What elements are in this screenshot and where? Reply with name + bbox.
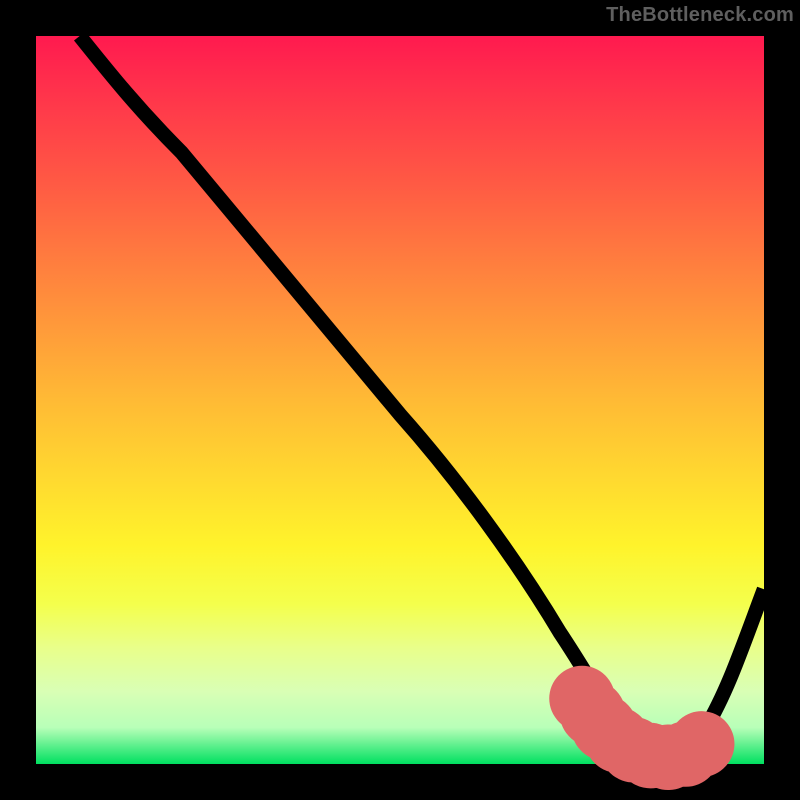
chart-svg (36, 36, 764, 764)
optimal-range-marker (582, 698, 713, 757)
bottleneck-curve (80, 36, 764, 757)
chart-frame: TheBottleneck.com (0, 0, 800, 800)
plot-wrap (36, 36, 764, 764)
watermark-text: TheBottleneck.com (606, 4, 794, 27)
